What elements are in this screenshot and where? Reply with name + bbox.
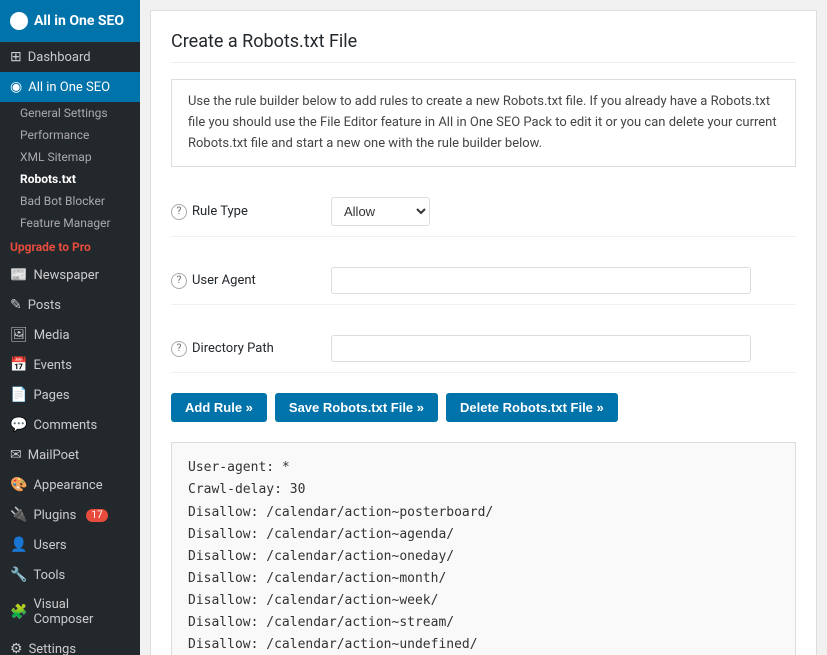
sidebar-item-mailpoet[interactable]: ✉ MailPoet (0, 440, 140, 470)
sidebar-logo-label: All in One SEO (34, 13, 124, 29)
delete-robots-button[interactable]: Delete Robots.txt File » (446, 393, 618, 422)
sidebar-settings-label: Settings (29, 642, 76, 655)
plugins-icon: 🔌 (10, 507, 27, 523)
sidebar: All in One SEO ⊞ Dashboard ◉ All in One … (0, 0, 140, 655)
comments-icon: 💬 (10, 417, 27, 433)
directory-path-label: Directory Path (192, 341, 274, 356)
visual-composer-icon: 🧩 (10, 604, 27, 620)
sidebar-tools-label: Tools (33, 568, 65, 583)
sidebar-item-visual-composer[interactable]: 🧩 Visual Composer (0, 590, 140, 634)
preview-line-8: Disallow: /calendar/action~undefined/ (188, 634, 779, 655)
add-rule-button[interactable]: Add Rule » (171, 393, 267, 422)
rule-type-label-group: ? Rule Type (171, 204, 331, 220)
content-wrap: Create a Robots.txt File Use the rule bu… (150, 10, 817, 655)
sidebar-posts-label: Posts (28, 298, 61, 313)
sidebar-visual-composer-label: Visual Composer (33, 597, 130, 627)
appearance-icon: 🎨 (10, 477, 27, 493)
sidebar-item-settings[interactable]: ⚙ Settings (0, 634, 140, 655)
user-agent-help-icon[interactable]: ? (171, 273, 187, 289)
sidebar-dashboard-label: Dashboard (28, 50, 91, 65)
info-box: Use the rule builder below to add rules … (171, 79, 796, 167)
settings-icon: ⚙ (10, 641, 23, 655)
logo-icon (10, 12, 28, 30)
upgrade-to-pro-link[interactable]: Upgrade to Pro (0, 234, 140, 260)
sidebar-item-newspaper[interactable]: 📰 Newspaper (0, 260, 140, 290)
preview-line-5: Disallow: /calendar/action~month/ (188, 568, 779, 590)
rule-type-label: Rule Type (192, 204, 248, 219)
sidebar-logo[interactable]: All in One SEO (0, 0, 140, 42)
events-icon: 📅 (10, 357, 27, 373)
aioseo-icon: ◉ (10, 79, 22, 95)
preview-line-4: Disallow: /calendar/action~oneday/ (188, 546, 779, 568)
sidebar-item-users[interactable]: 👤 Users (0, 530, 140, 560)
sidebar-sub-performance[interactable]: Performance (0, 124, 140, 146)
sidebar-users-label: Users (33, 538, 66, 553)
sidebar-pages-label: Pages (33, 388, 69, 403)
sidebar-item-aioseo[interactable]: ◉ All in One SEO (0, 72, 140, 102)
users-icon: 👤 (10, 537, 27, 553)
sidebar-sub-xml-sitemap[interactable]: XML Sitemap (0, 146, 140, 168)
save-robots-button[interactable]: Save Robots.txt File » (275, 393, 438, 422)
preview-line-6: Disallow: /calendar/action~week/ (188, 590, 779, 612)
pages-icon: 📄 (10, 387, 27, 403)
sidebar-item-comments[interactable]: 💬 Comments (0, 410, 140, 440)
newspaper-icon: 📰 (10, 267, 27, 283)
rule-type-select[interactable]: Allow Disallow (331, 197, 430, 226)
sidebar-media-label: Media (34, 328, 70, 343)
sidebar-appearance-label: Appearance (33, 478, 102, 493)
dashboard-icon: ⊞ (10, 49, 22, 65)
sidebar-item-events[interactable]: 📅 Events (0, 350, 140, 380)
directory-path-help-icon[interactable]: ? (171, 341, 187, 357)
preview-line-7: Disallow: /calendar/action~stream/ (188, 612, 779, 634)
sidebar-newspaper-label: Newspaper (33, 268, 99, 283)
user-agent-label-group: ? User Agent (171, 273, 331, 289)
sidebar-mailpoet-label: MailPoet (28, 448, 79, 463)
preview-line-3: Disallow: /calendar/action~agenda/ (188, 524, 779, 546)
plugins-badge: 17 (86, 509, 107, 522)
sidebar-item-appearance[interactable]: 🎨 Appearance (0, 470, 140, 500)
user-agent-label: User Agent (192, 273, 256, 288)
sidebar-sub-robots-txt[interactable]: Robots.txt (0, 168, 140, 190)
sidebar-item-pages[interactable]: 📄 Pages (0, 380, 140, 410)
media-icon: 🖼 (10, 327, 28, 343)
posts-icon: ✎ (10, 297, 22, 313)
preview-line-0: User-agent: * (188, 457, 779, 479)
rule-type-help-icon[interactable]: ? (171, 204, 187, 220)
robots-preview: User-agent: * Crawl-delay: 30 Disallow: … (171, 442, 796, 655)
preview-line-1: Crawl-delay: 30 (188, 479, 779, 501)
info-text: Use the rule builder below to add rules … (188, 94, 777, 151)
user-agent-row: ? User Agent (171, 257, 796, 305)
sidebar-sub-feature-manager[interactable]: Feature Manager (0, 212, 140, 234)
sidebar-sub-bad-bot-blocker[interactable]: Bad Bot Blocker (0, 190, 140, 212)
sidebar-item-dashboard[interactable]: ⊞ Dashboard (0, 42, 140, 72)
sidebar-item-tools[interactable]: 🔧 Tools (0, 560, 140, 590)
sidebar-comments-label: Comments (33, 418, 97, 433)
preview-line-2: Disallow: /calendar/action~posterboard/ (188, 502, 779, 524)
main-content: Create a Robots.txt File Use the rule bu… (140, 0, 827, 655)
sidebar-item-posts[interactable]: ✎ Posts (0, 290, 140, 320)
directory-path-input[interactable] (331, 335, 751, 362)
action-buttons: Add Rule » Save Robots.txt File » Delete… (171, 393, 796, 422)
rule-type-row: ? Rule Type Allow Disallow (171, 187, 796, 237)
tools-icon: 🔧 (10, 567, 27, 583)
sidebar-item-media[interactable]: 🖼 Media (0, 320, 140, 350)
sidebar-sub-general-settings[interactable]: General Settings (0, 102, 140, 124)
directory-path-row: ? Directory Path (171, 325, 796, 373)
page-title: Create a Robots.txt File (171, 31, 796, 63)
sidebar-events-label: Events (33, 358, 71, 373)
sidebar-item-plugins[interactable]: 🔌 Plugins 17 (0, 500, 140, 530)
sidebar-aioseo-label: All in One SEO (28, 80, 110, 95)
mailpoet-icon: ✉ (10, 447, 22, 463)
user-agent-input[interactable] (331, 267, 751, 294)
sidebar-plugins-label: Plugins (33, 508, 76, 523)
directory-path-label-group: ? Directory Path (171, 341, 331, 357)
